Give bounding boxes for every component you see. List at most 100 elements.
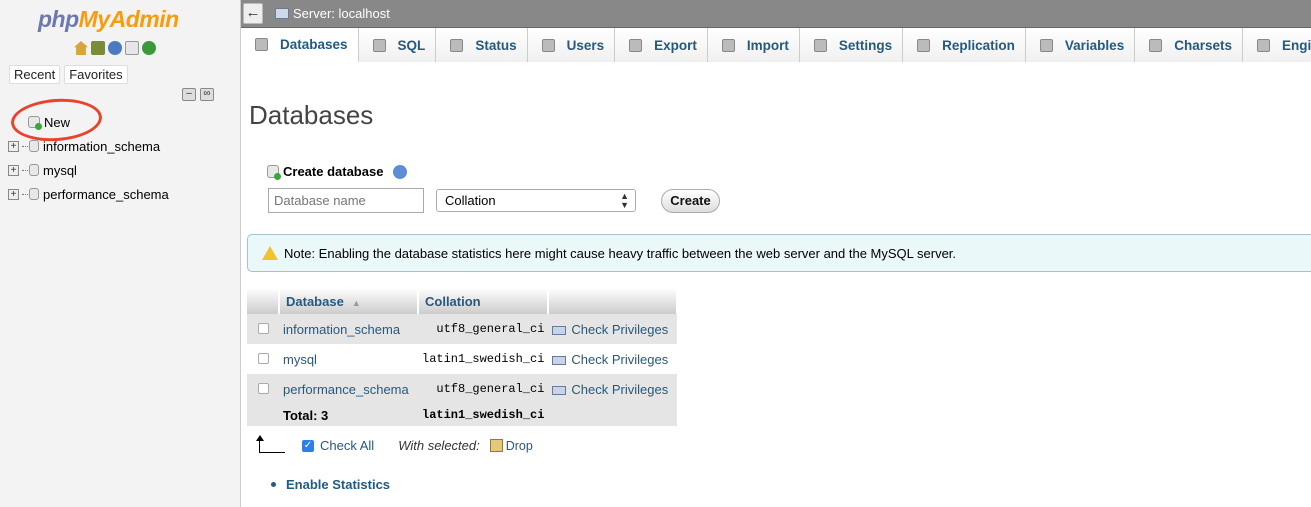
row-checkbox[interactable]	[257, 382, 269, 394]
privileges-icon	[552, 355, 567, 365]
tab-databases[interactable]: Databases	[241, 28, 359, 62]
server-icon	[275, 8, 289, 19]
tab-settings[interactable]: Settings	[799, 28, 904, 62]
tree-item-label[interactable]: mysql	[43, 163, 77, 178]
recent-favorites: Recent Favorites	[9, 65, 128, 84]
select-arrows-icon: ▲ ▼	[620, 191, 629, 210]
tree-item-mysql[interactable]: + mysql	[8, 158, 169, 182]
tab-import[interactable]: Import	[707, 28, 800, 62]
privileges-icon	[552, 385, 567, 395]
tab-replication[interactable]: Replication	[903, 28, 1026, 62]
tab-status[interactable]: Status	[436, 28, 528, 62]
table-row: performance_schema utf8_general_ci Check…	[247, 374, 677, 404]
expand-icon[interactable]: +	[8, 140, 19, 152]
tab-label: Users	[566, 37, 605, 53]
reload-icon[interactable]	[142, 41, 156, 55]
tree-item-label[interactable]: performance_schema	[43, 187, 169, 202]
tree-item-performance-schema[interactable]: + performance_schema	[8, 182, 169, 206]
tab-variables[interactable]: Variables	[1025, 28, 1136, 62]
tab-export[interactable]: Export	[615, 28, 708, 62]
check-privileges-link[interactable]: Check Privileges	[548, 344, 677, 374]
with-selected-label: With selected:	[398, 438, 480, 453]
privileges-icon	[552, 325, 567, 335]
header-checkbox-cell	[247, 288, 280, 314]
tab-label: Settings	[838, 37, 893, 53]
collation-cell: utf8_general_ci	[418, 314, 549, 344]
phpmyadmin-logo[interactable]: phpMyAdmin	[38, 6, 179, 33]
collapse-panel-button[interactable]: ←	[243, 3, 263, 24]
database-link[interactable]: information_schema	[279, 314, 418, 344]
check-privileges-link[interactable]: Check Privileges	[548, 314, 677, 344]
warning-icon	[262, 246, 278, 260]
check-all-checkbox[interactable]: ✓	[302, 439, 314, 452]
header-collation[interactable]: Collation	[418, 288, 550, 314]
tab-engines[interactable]: Engines	[1242, 28, 1311, 62]
collation-select[interactable]: Collation ▲ ▼	[436, 189, 636, 212]
tree-connector	[22, 169, 28, 171]
header-label[interactable]: Collation	[425, 294, 481, 309]
tab-label: Databases	[280, 37, 348, 52]
database-link[interactable]: mysql	[279, 344, 418, 374]
collapse-all-icon[interactable]: –	[182, 88, 196, 101]
enable-statistics-link[interactable]: Enable Statistics	[271, 477, 390, 492]
tab-charsets[interactable]: Charsets	[1135, 28, 1243, 62]
navigation-panel: phpMyAdmin Recent Favorites – ∞ New + in…	[0, 0, 241, 507]
expand-icon[interactable]: +	[8, 188, 19, 200]
export-icon	[629, 38, 643, 52]
row-checkbox-cell	[247, 314, 279, 344]
expand-icon[interactable]: +	[8, 164, 19, 176]
check-privileges-link[interactable]: Check Privileges	[548, 374, 677, 404]
tree-item-label[interactable]: information_schema	[43, 139, 160, 154]
home-icon[interactable]	[74, 41, 88, 55]
database-icon	[29, 140, 39, 152]
check-privileges-label[interactable]: Check Privileges	[571, 322, 668, 337]
drop-icon[interactable]	[489, 439, 503, 452]
tree-connector	[22, 193, 28, 195]
logout-icon[interactable]	[91, 41, 105, 55]
drop-button[interactable]: Drop	[506, 439, 533, 453]
header-label[interactable]: Database	[286, 294, 344, 309]
top-breadcrumb-bar: ← Server: localhost	[241, 0, 1311, 28]
create-database-heading: Create database	[267, 164, 408, 180]
database-icon	[29, 188, 39, 200]
tab-label: Import	[746, 37, 789, 53]
charsets-icon	[1149, 38, 1163, 52]
logo-php-text: php	[38, 6, 79, 32]
server-label[interactable]: Server: localhost	[293, 6, 390, 21]
database-name-input[interactable]	[268, 188, 424, 213]
create-button[interactable]: Create	[661, 189, 720, 213]
quick-icons	[74, 41, 156, 55]
check-privileges-label[interactable]: Check Privileges	[571, 352, 668, 367]
row-checkbox[interactable]	[257, 352, 269, 364]
row-checkbox-cell	[247, 344, 279, 374]
documentation-icon[interactable]	[125, 41, 139, 55]
bulk-actions: ✓ Check All With selected: Drop	[256, 435, 533, 453]
databases-table: Database ▲ Collation information_schema u…	[247, 288, 678, 426]
tab-label: Engines	[1281, 37, 1311, 53]
main-content: Databases Create database Collation ▲▼ C…	[241, 62, 1311, 507]
page-title: Databases	[249, 100, 374, 130]
recent-button[interactable]: Recent	[9, 65, 61, 84]
check-all-label[interactable]: Check All	[320, 438, 374, 453]
link-icon[interactable]: ∞	[200, 88, 214, 101]
sql-icon	[372, 38, 386, 52]
variables-icon	[1039, 38, 1053, 52]
check-privileges-label[interactable]: Check Privileges	[571, 382, 668, 397]
total-spacer	[247, 404, 279, 426]
total-label: Total: 3	[279, 404, 418, 426]
row-checkbox[interactable]	[257, 322, 269, 334]
total-collation: latin1_swedish_ci	[418, 404, 549, 426]
replication-icon	[917, 38, 931, 52]
table-row: information_schema utf8_general_ci Check…	[247, 314, 677, 344]
tab-sql[interactable]: SQL	[358, 28, 437, 62]
database-link[interactable]: performance_schema	[279, 374, 418, 404]
favorites-button[interactable]: Favorites	[64, 65, 128, 84]
help-icon[interactable]	[108, 41, 122, 55]
tab-users[interactable]: Users	[527, 28, 616, 62]
server-breadcrumb[interactable]: Server: localhost	[275, 6, 390, 21]
header-database[interactable]: Database ▲	[279, 288, 419, 314]
table-header-row: Database ▲ Collation	[247, 288, 678, 314]
create-database-label: Create database	[283, 164, 384, 179]
help-icon[interactable]	[393, 164, 408, 179]
enable-statistics-label[interactable]: Enable Statistics	[286, 477, 390, 492]
